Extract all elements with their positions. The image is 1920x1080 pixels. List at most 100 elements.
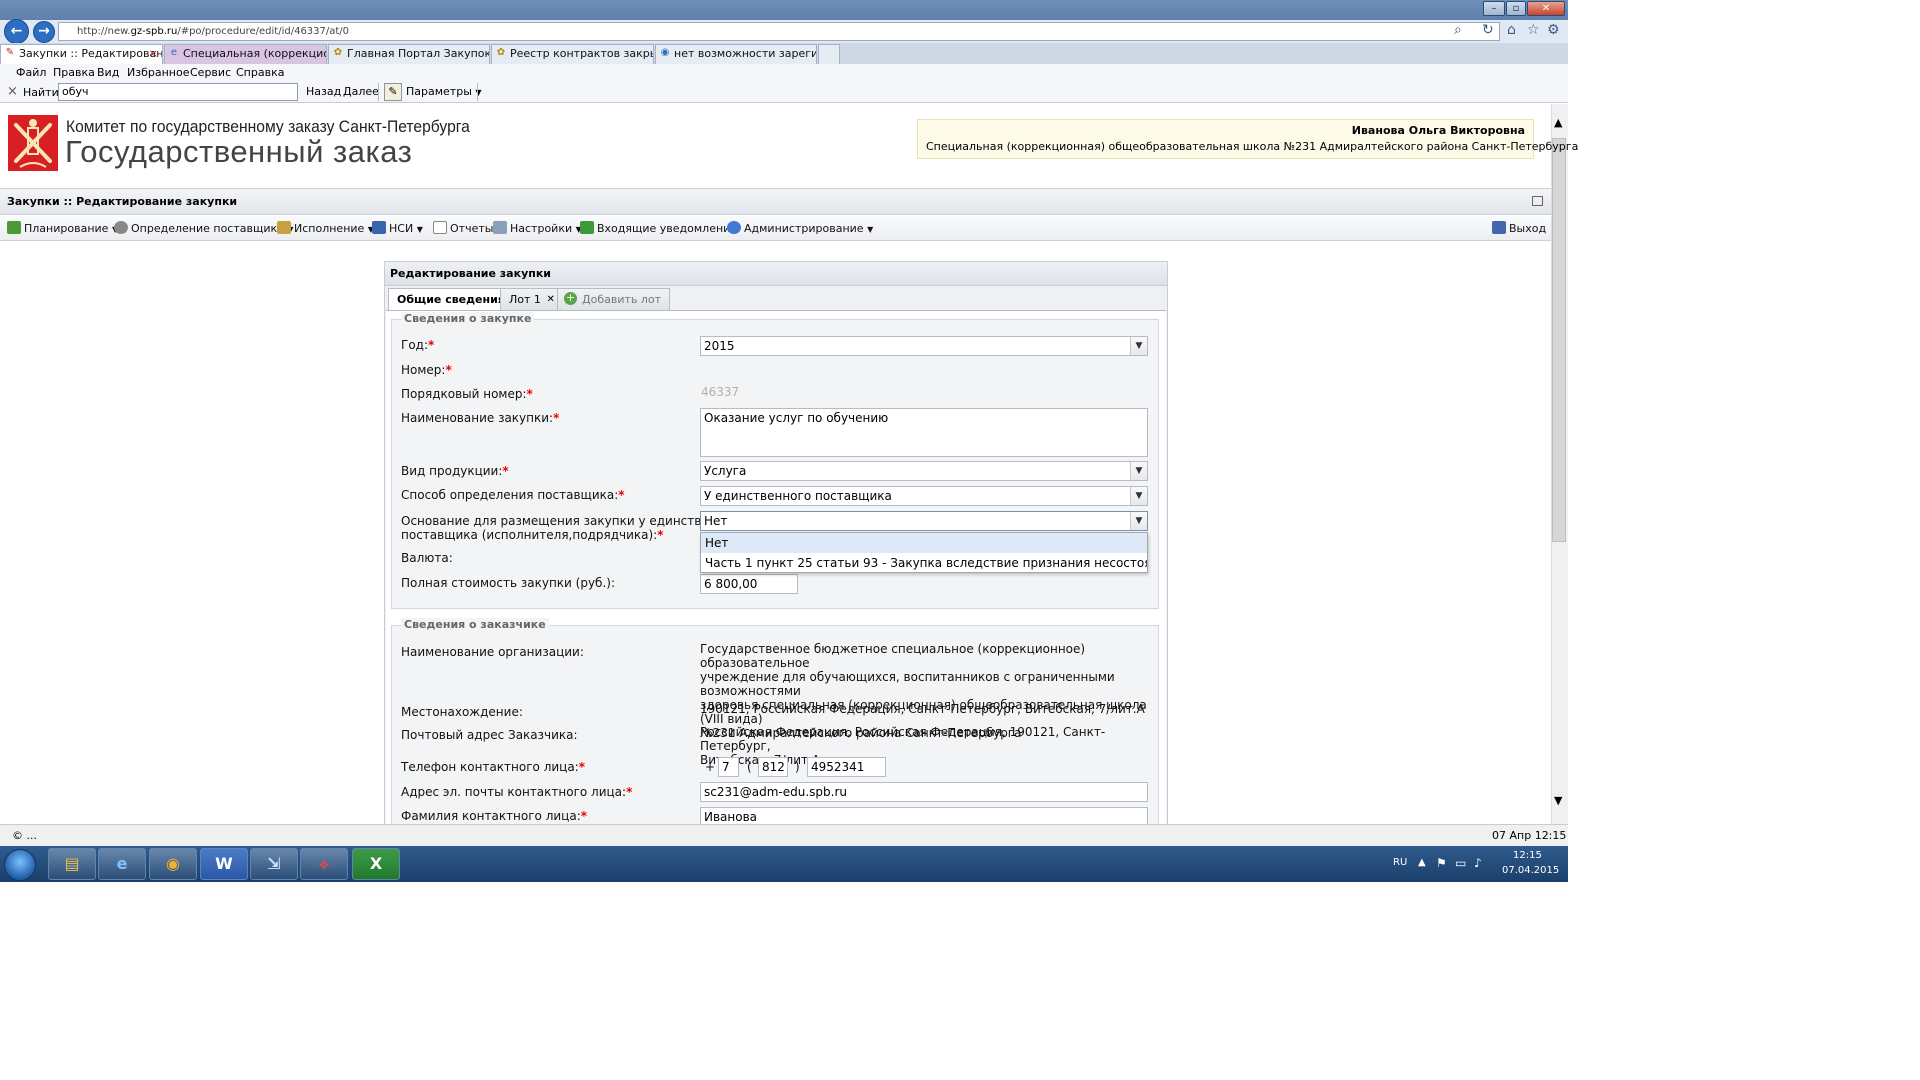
menu-notifications[interactable]: Входящие уведомления xyxy=(580,221,737,235)
scroll-down-icon[interactable]: ▼ xyxy=(1554,794,1562,807)
clock-date[interactable]: 07.04.2015 xyxy=(1502,865,1559,876)
browser-tab-active[interactable]: ✎ Закупки :: Редактирование... × xyxy=(0,44,163,64)
find-params-label: Параметры xyxy=(406,85,472,98)
star-icon[interactable]: ☆ xyxy=(1527,22,1540,38)
seq-label: Порядковый номер:* xyxy=(401,387,533,401)
phone-close-paren: ) xyxy=(795,760,800,774)
minimize-button[interactable]: – xyxy=(1483,1,1505,16)
customer-org-label: Наименование организации: xyxy=(401,645,584,659)
menu-file[interactable]: Файл xyxy=(16,66,46,79)
browser-tab-strip: ✎ Закупки :: Редактирование... × e Специ… xyxy=(0,43,1568,64)
tray-expand-icon[interactable]: ▲ xyxy=(1418,857,1426,868)
find-params-button[interactable]: Параметры ▼ xyxy=(406,85,482,98)
gear-icon[interactable]: ⚙ xyxy=(1547,22,1560,38)
flag-icon[interactable]: ⚑ xyxy=(1436,856,1447,870)
back-arrow-icon[interactable]: ← xyxy=(4,19,29,44)
menu-planning[interactable]: Планирование ▼ xyxy=(7,221,118,235)
surname-label-text: Фамилия контактного лица: xyxy=(401,809,581,823)
menu-reports[interactable]: Отчеты xyxy=(433,221,493,235)
collapse-icon[interactable] xyxy=(1532,196,1543,206)
tab-lot-1[interactable]: Лот 1 ✕ xyxy=(500,288,560,310)
year-select[interactable]: 2015 ▼ xyxy=(700,336,1148,356)
email-input[interactable]: sc231@adm-edu.spb.ru xyxy=(700,782,1148,802)
menu-admin[interactable]: Администрирование ▼ xyxy=(727,221,873,235)
acrobat-taskbar-button[interactable]: ⟡ xyxy=(300,848,348,880)
dropdown-option[interactable]: Часть 1 пункт 25 статьи 93 - Закупка всл… xyxy=(701,553,1147,573)
customer-legend: Сведения о заказчике xyxy=(401,618,549,631)
phone-country-input[interactable]: 7 xyxy=(718,757,739,777)
add-lot-button[interactable]: + Добавить лот xyxy=(557,288,671,310)
browser-tab[interactable]: ✿ Реестр контрактов закрытой ... xyxy=(491,44,654,64)
chevron-down-icon[interactable]: ▼ xyxy=(1130,337,1147,355)
required-mark: * xyxy=(657,528,664,542)
excel-taskbar-button[interactable]: X xyxy=(352,848,400,880)
menu-help[interactable]: Справка xyxy=(236,66,284,79)
basis-select[interactable]: Нет ▼ xyxy=(700,511,1148,531)
exit-button[interactable]: Выход xyxy=(1492,221,1546,235)
breadcrumb-text: Закупки :: Редактирование закупки xyxy=(7,195,238,208)
product-value: Услуга xyxy=(704,464,747,478)
maximize-button[interactable]: ▫ xyxy=(1506,1,1526,16)
procurement-name-textarea[interactable]: Оказание услуг по обучению xyxy=(700,408,1148,457)
network-icon[interactable]: ▭ xyxy=(1455,856,1466,870)
close-window-button[interactable]: ✕ xyxy=(1527,1,1565,16)
forward-arrow-icon[interactable]: → xyxy=(33,21,55,43)
search-icon[interactable]: ⌕ xyxy=(1454,22,1462,38)
spb-emblem-logo xyxy=(8,115,58,171)
pencil-icon[interactable]: ✎ xyxy=(384,83,402,101)
windows-start-icon[interactable] xyxy=(4,849,36,881)
tab-general[interactable]: Общие сведения xyxy=(388,288,514,310)
new-tab-button[interactable] xyxy=(818,44,840,64)
find-back-button[interactable]: Назад xyxy=(306,85,341,98)
browser-tab[interactable]: e Специальная (коррекционна... xyxy=(164,44,327,64)
scanner-taskbar-button[interactable]: ⇲ xyxy=(250,848,298,880)
browser-tab[interactable]: ✿ Главная Портал Закупок xyxy=(328,44,490,64)
chrome-taskbar-button[interactable]: ◉ xyxy=(149,848,197,880)
email-label: Адрес эл. почты контактного лица:* xyxy=(401,785,632,799)
clock-time[interactable]: 12:15 xyxy=(1513,850,1542,861)
cost-input[interactable]: 6 800,00 xyxy=(700,574,798,594)
chevron-down-icon[interactable]: ▼ xyxy=(1130,512,1147,530)
required-mark: * xyxy=(526,387,533,401)
menu-edit[interactable]: Правка xyxy=(53,66,95,79)
product-select[interactable]: Услуга ▼ xyxy=(700,461,1148,481)
close-icon[interactable]: ✕ xyxy=(547,289,555,310)
menu-view[interactable]: Вид xyxy=(97,66,119,79)
browser-tab[interactable]: ◉ нет возможности зарегистри... xyxy=(655,44,817,64)
find-input[interactable]: обуч xyxy=(58,83,298,101)
explorer-taskbar-button[interactable]: ▤ xyxy=(48,848,96,880)
find-next-button[interactable]: Далее xyxy=(343,85,379,98)
home-icon[interactable]: ⌂ xyxy=(1507,22,1516,38)
find-close-icon[interactable]: × xyxy=(7,84,18,99)
required-mark: * xyxy=(553,411,560,425)
menu-nsi-label: НСИ xyxy=(389,222,414,235)
exit-label: Выход xyxy=(1509,222,1547,235)
scroll-up-icon[interactable]: ▲ xyxy=(1554,116,1562,129)
menu-execution[interactable]: Исполнение ▼ xyxy=(277,221,374,235)
menu-supplier[interactable]: Определение поставщика ▼ xyxy=(114,221,294,235)
scrollbar-thumb[interactable] xyxy=(1552,138,1566,542)
menu-tools[interactable]: Сервис xyxy=(190,66,231,79)
breadcrumb: Закупки :: Редактирование закупки xyxy=(0,188,1551,215)
add-lot-label: Добавить лот xyxy=(582,293,662,306)
url-field[interactable]: http://new.gz-spb.ru/#po/procedure/edit/… xyxy=(58,22,1500,41)
menu-settings[interactable]: Настройки ▼ xyxy=(493,221,582,235)
volume-icon[interactable]: ♪ xyxy=(1474,856,1482,870)
method-select[interactable]: У единственного поставщика ▼ xyxy=(700,486,1148,506)
menu-favorites[interactable]: Избранное xyxy=(127,66,189,79)
browser-menu-bar: Файл Правка Вид Избранное Сервис Справка xyxy=(0,64,1568,82)
phone-code-input[interactable]: 812 xyxy=(758,757,788,777)
refresh-icon[interactable]: ↻ xyxy=(1482,22,1494,38)
tab-close-icon[interactable]: × xyxy=(149,45,158,63)
favicon-icon: ✎ xyxy=(5,47,15,58)
phone-number-input[interactable]: 4952341 xyxy=(807,757,886,777)
chevron-down-icon[interactable]: ▼ xyxy=(1130,462,1147,480)
menu-nsi[interactable]: НСИ ▼ xyxy=(372,221,423,235)
language-indicator[interactable]: RU xyxy=(1393,857,1407,868)
word-taskbar-button[interactable]: W xyxy=(200,848,248,880)
status-bar: © ... 07 Апр 12:15 xyxy=(0,824,1568,846)
chevron-down-icon[interactable]: ▼ xyxy=(1130,487,1147,505)
dropdown-option[interactable]: Нет xyxy=(701,533,1147,553)
ie-taskbar-button[interactable]: e xyxy=(98,848,146,880)
cog-icon xyxy=(114,221,128,234)
